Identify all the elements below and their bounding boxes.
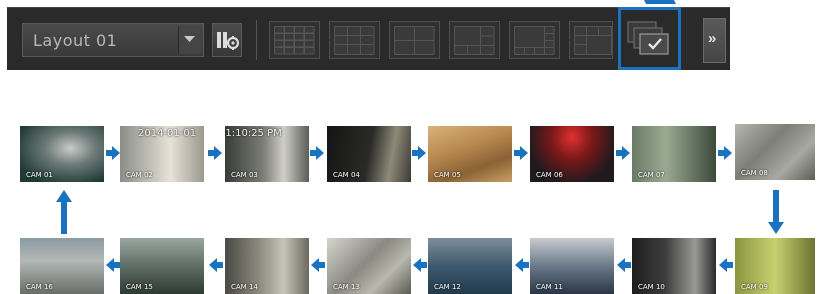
layout-settings-button[interactable] — [212, 23, 242, 57]
camera-thumbnail: CAM 07 — [632, 126, 716, 182]
sequence-button-highlight — [618, 7, 681, 70]
camera-thumbnail: CAM 15 — [120, 238, 204, 294]
camera-label: CAM 02 — [126, 171, 153, 179]
arrow-right-icon — [514, 146, 528, 160]
camera-label: CAM 01 — [26, 171, 53, 179]
arrow-right-icon — [106, 146, 120, 160]
camera-label: CAM 16 — [26, 283, 53, 291]
camera-thumbnail: 01:10:25 PM CAM 03 — [225, 126, 309, 182]
camera-label: CAM 05 — [434, 171, 461, 179]
layout-dropdown[interactable]: Layout 01 — [22, 23, 204, 57]
grid-1plus5-button[interactable] — [449, 21, 500, 59]
camera-thumbnail: CAM 13 — [327, 238, 411, 294]
dropdown-toggle[interactable] — [178, 26, 201, 54]
camera-thumbnail: 2014-01-01 CAM 02 — [120, 126, 204, 182]
grid-4x4-button[interactable] — [269, 21, 320, 59]
camera-label: CAM 10 — [638, 283, 665, 291]
camera-thumbnail: CAM 01 — [20, 126, 104, 182]
more-layouts-button[interactable]: » — [703, 18, 726, 63]
camera-thumbnail: CAM 16 — [20, 238, 104, 294]
camera-label: CAM 13 — [333, 283, 360, 291]
camera-thumbnail: CAM 09 — [735, 238, 815, 294]
arrow-up-icon — [56, 190, 72, 234]
camera-label: CAM 11 — [536, 283, 563, 291]
camera-thumbnail: CAM 04 — [327, 126, 411, 182]
camera-label: CAM 03 — [231, 171, 258, 179]
camera-label: CAM 08 — [741, 169, 768, 177]
arrow-right-icon — [310, 146, 324, 160]
grid-1plus7-button[interactable] — [509, 21, 560, 59]
arrow-right-icon — [208, 146, 222, 160]
arrow-left-icon — [515, 258, 529, 272]
camera-thumbnail: CAM 12 — [428, 238, 512, 294]
arrow-left-icon — [106, 258, 120, 272]
time-overlay: 01:10:25 PM — [225, 128, 282, 139]
chevron-down-icon — [184, 36, 195, 42]
arrow-right-icon — [718, 146, 732, 160]
camera-thumbnail: CAM 08 — [735, 124, 815, 180]
arrow-right-icon — [616, 146, 630, 160]
camera-label: CAM 06 — [536, 171, 563, 179]
camera-label: CAM 14 — [231, 283, 258, 291]
toolbar-divider — [256, 20, 257, 60]
camera-thumbnail: CAM 10 — [632, 238, 716, 294]
grid-3x3-button[interactable] — [329, 21, 380, 59]
grid-4x4-icon — [274, 26, 315, 55]
arrow-down-icon — [768, 190, 784, 234]
arrow-left-icon — [209, 258, 223, 272]
grid-custom-icon — [574, 26, 612, 55]
arrow-left-icon — [413, 258, 427, 272]
date-overlay: 2014-01-01 — [138, 128, 197, 139]
camera-label: CAM 15 — [126, 283, 153, 291]
grid-custom-button[interactable] — [569, 21, 613, 59]
callout-arrow-icon — [644, 0, 676, 4]
camera-label: CAM 12 — [434, 283, 461, 291]
layout-dropdown-value: Layout 01 — [33, 31, 118, 50]
grid-2x2-icon — [394, 26, 435, 55]
arrow-left-icon — [617, 258, 631, 272]
camera-label: CAM 09 — [741, 283, 768, 291]
layout-settings-icon — [217, 32, 239, 50]
camera-label: CAM 07 — [638, 171, 665, 179]
camera-thumbnail: CAM 14 — [225, 238, 309, 294]
camera-thumbnail: CAM 05 — [428, 126, 512, 182]
camera-label: CAM 04 — [333, 171, 360, 179]
double-chevron-right-icon: » — [708, 30, 717, 47]
camera-thumbnail: CAM 06 — [530, 126, 614, 182]
camera-thumbnail: CAM 11 — [530, 238, 614, 294]
grid-3x3-icon — [334, 26, 375, 55]
grid-2x2-button[interactable] — [389, 21, 440, 59]
arrow-left-icon — [719, 258, 733, 272]
arrow-left-icon — [311, 258, 325, 272]
grid-1plus7-icon — [514, 26, 555, 55]
grid-1plus5-icon — [454, 26, 495, 55]
arrow-right-icon — [412, 146, 426, 160]
